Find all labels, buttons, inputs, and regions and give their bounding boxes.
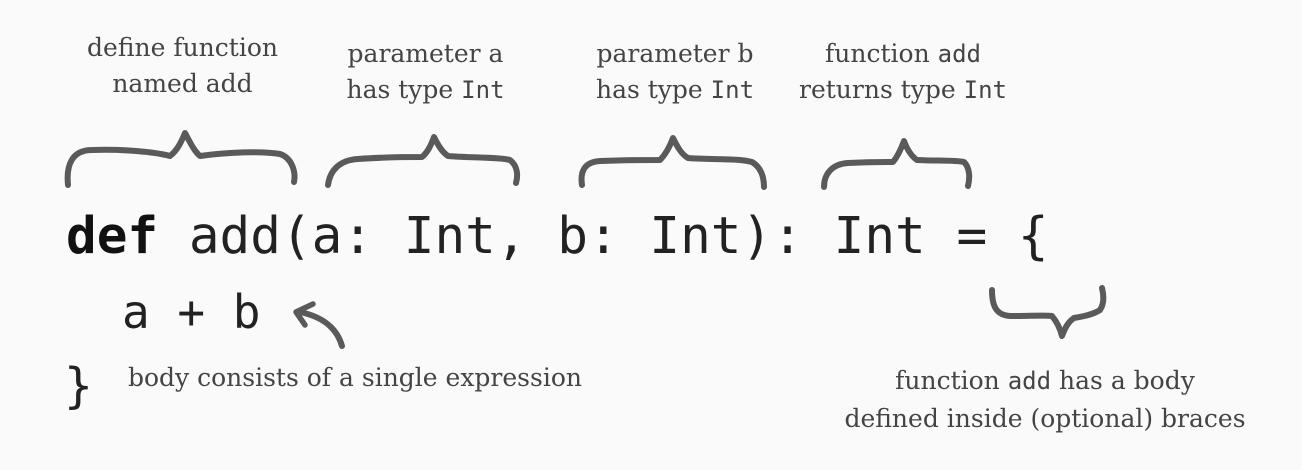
type-name: Int <box>963 76 1007 105</box>
annotation-text: returns type <box>799 75 964 105</box>
brace-param-a <box>325 134 521 188</box>
code-closing-brace: } <box>64 354 93 418</box>
brace-body <box>989 285 1107 339</box>
annotation-parameter-a: parameter a has type Int <box>318 36 533 109</box>
annotation-line: parameter b <box>596 39 754 68</box>
function-name: add <box>1007 367 1052 395</box>
annotation-line: defined inside (optional) braces <box>844 403 1246 433</box>
annotation-text: has a body <box>1051 366 1195 395</box>
code-body-expression: a + b <box>122 285 261 339</box>
code-body-line: a + b <box>122 282 260 342</box>
type-name: Int <box>710 76 755 105</box>
annotation-define-function: define function named add <box>60 30 305 103</box>
code-signature: add(a: Int, b: Int): Int = { <box>158 207 1049 266</box>
annotation-text: has type <box>595 75 711 105</box>
annotation-line: define function <box>87 33 278 62</box>
annotation-line: function add <box>778 36 1028 72</box>
brace-define <box>64 130 298 188</box>
type-name: Int <box>461 76 505 105</box>
annotation-text: has type <box>346 75 462 105</box>
annotation-line: has type Int <box>318 72 533 108</box>
annotation-body-braces: function add has a body defined inside (… <box>800 362 1290 437</box>
brace-returns <box>821 138 973 190</box>
annotation-parameter-b: parameter b has type Int <box>570 36 780 109</box>
arrow-shaft <box>297 309 345 349</box>
scala-function-diagram: define function named add parameter a ha… <box>0 0 1302 470</box>
closing-brace: } <box>64 358 93 414</box>
brace-param-b <box>578 135 767 190</box>
function-name: add <box>937 40 981 68</box>
annotation-returns-type: function add returns type Int <box>778 36 1028 109</box>
annotation-text: function <box>825 39 938 68</box>
keyword-def: def <box>66 207 159 266</box>
annotation-line: named add <box>112 69 253 99</box>
annotation-line: returns type Int <box>778 72 1028 108</box>
annotation-line: parameter a <box>347 39 504 68</box>
annotation-line: body consists of a single expression <box>128 363 582 392</box>
annotation-line: has type Int <box>570 72 780 108</box>
annotation-text: function <box>895 366 1008 395</box>
code-signature-line: def add(a: Int, b: Int): Int = { <box>66 203 1049 271</box>
annotation-body-expression: body consists of a single expression <box>128 360 582 396</box>
annotation-line: function add has a body <box>800 362 1290 400</box>
